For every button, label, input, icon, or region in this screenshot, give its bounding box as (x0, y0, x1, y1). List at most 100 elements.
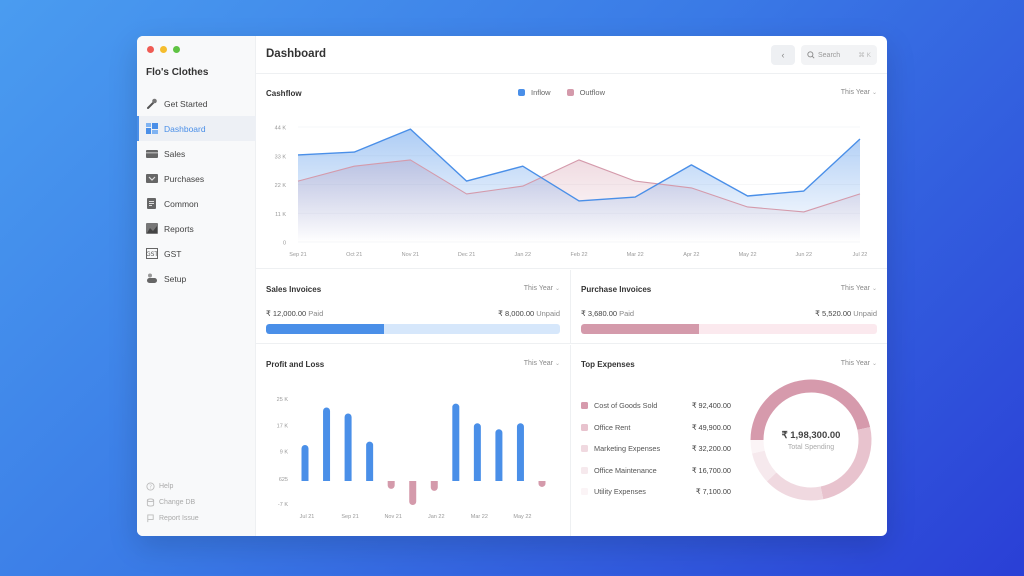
sidebar-footer: ? Help Change DB Report Issue (146, 478, 199, 526)
chevron-down-icon: ⌄ (554, 361, 560, 367)
expense-name: Cost of Goods Sold (594, 401, 658, 411)
expense-name: Marketing Expenses (594, 444, 661, 454)
sales-invoices-title: Sales Invoices (266, 285, 322, 294)
cashflow-card: 0 11 K 22 K 33 K 44 K Sep 21 Oct 21 Nov 21 Dec 2… (256, 74, 887, 269)
sales-period-dropdown[interactable]: This Year ⌄ (524, 285, 560, 292)
x-tick-label: Jul 21 (300, 514, 315, 520)
page-title: Dashboard (266, 48, 327, 60)
database-icon (146, 497, 155, 507)
help-label: Help (159, 482, 174, 490)
expense-row: Marketing Expenses ₹ 32,200.00 (581, 438, 731, 460)
sidebar-nav: Get Started Dashboard Sales Purchases Co… (137, 91, 256, 291)
profit-bar (323, 407, 331, 482)
sidebar-item-reports[interactable]: Reports (137, 216, 256, 241)
top-bar: Dashboard ‹ Search ⌘ K (256, 36, 887, 74)
x-tick-label: Dec 21 (458, 252, 475, 258)
sidebar-item-gst[interactable]: GST GST (137, 241, 256, 266)
purchase-period-dropdown[interactable]: This Year ⌄ (841, 285, 877, 292)
change-db-link[interactable]: Change DB (146, 494, 199, 510)
profit-bar (452, 403, 460, 482)
svg-text:GST: GST (146, 251, 158, 258)
expense-row: Office Rent ₹ 49,900.00 (581, 417, 731, 439)
x-tick-label: Sep 21 (289, 252, 306, 258)
y-tick-label: 0 (283, 241, 286, 247)
sidebar: Flo's Clothes Get Started Dashboard Sale… (137, 36, 256, 536)
purchase-invoices-title: Purchase Invoices (581, 285, 652, 294)
x-tick-label: Jan 22 (515, 252, 532, 258)
expense-value: ₹ 7,100.00 (695, 487, 731, 497)
expense-name: Office Rent (594, 422, 631, 432)
wrench-icon (146, 98, 158, 109)
maximize-window-button[interactable] (173, 46, 180, 53)
back-button[interactable]: ‹ (771, 45, 795, 65)
profit-bar (473, 423, 481, 482)
unpaid-amount: ₹ 8,000.00 (498, 309, 535, 318)
chevron-left-icon: ‹ (781, 50, 785, 60)
y-tick-label: 33 K (275, 154, 287, 160)
sales-paid: ₹ 12,000.00 Paid (266, 309, 323, 318)
donut-center: ₹ 1,98,300.00 Total Spending (746, 375, 876, 505)
chevron-down-icon: ⌄ (871, 90, 877, 96)
unpaid-amount: ₹ 5,520.00 (815, 309, 852, 318)
flag-icon (147, 513, 154, 522)
sales-unpaid: ₹ 8,000.00 Unpaid (498, 309, 560, 318)
y-tick-label: 22 K (275, 183, 287, 189)
x-tick-label: Jul 22 (853, 252, 868, 258)
x-tick-label: May 22 (513, 514, 531, 520)
top-expenses-card: Top Expenses This Year ⌄ Cost of Goods So… (571, 345, 887, 536)
x-tick-label: Apr 22 (683, 252, 699, 258)
expenses-period-dropdown[interactable]: This Year ⌄ (841, 360, 877, 367)
sidebar-item-common[interactable]: Common (137, 191, 256, 216)
paid-amount: ₹ 12,000.00 (266, 309, 307, 318)
company-name: Flo's Clothes (146, 67, 209, 78)
cashflow-period-dropdown[interactable]: This Year ⌄ (841, 89, 877, 96)
loss-bar (387, 481, 395, 489)
minimize-window-button[interactable] (160, 46, 167, 53)
window-controls (147, 46, 180, 53)
profit-loss-chart: 25 K 17 K 9 K 625 -7 K Jul 21 Sep 21 Nov 21 Jan … (277, 397, 546, 520)
x-tick-label: Feb 22 (570, 252, 587, 258)
x-tick-label: Oct 21 (346, 252, 362, 258)
x-tick-label: Nov 21 (384, 514, 401, 520)
svg-text:?: ? (149, 484, 152, 490)
report-issue-link[interactable]: Report Issue (146, 510, 199, 526)
x-tick-label: Sep 21 (341, 514, 358, 520)
y-tick-label: 11 K (275, 212, 286, 218)
help-link[interactable]: ? Help (146, 478, 199, 494)
chevron-down-icon: ⌄ (554, 286, 560, 292)
expense-swatch (581, 488, 588, 496)
expense-row: Office Maintenance ₹ 16,700.00 (581, 460, 731, 482)
gst-icon: GST (146, 248, 158, 259)
purchase-unpaid: ₹ 5,520.00 Unpaid (815, 309, 877, 318)
outflow-swatch (566, 89, 574, 96)
profit-bar (301, 444, 309, 482)
main-content: Dashboard ‹ Search ⌘ K 0 11 K 22 K 33 K … (256, 36, 887, 536)
sidebar-item-setup[interactable]: Setup (137, 266, 256, 291)
pl-period-dropdown[interactable]: This Year ⌄ (524, 360, 560, 367)
y-tick-label: 17 K (277, 423, 289, 429)
y-tick-label: 9 K (280, 450, 289, 456)
inflow-swatch (518, 89, 525, 96)
cashflow-legend: Inflow Outflow (518, 88, 605, 97)
toggle-icon (146, 273, 158, 284)
chevron-down-icon: ⌄ (871, 361, 877, 367)
profit-loss-title: Profit and Loss (266, 360, 325, 369)
sidebar-item-purchases[interactable]: Purchases (137, 166, 256, 191)
document-icon (146, 198, 158, 209)
paid-amount: ₹ 3,680.00 (581, 309, 618, 318)
legend-inflow: Inflow (518, 88, 551, 97)
chevron-down-icon: ⌄ (871, 286, 877, 292)
sidebar-item-dashboard[interactable]: Dashboard (137, 116, 256, 141)
sales-amounts: ₹ 12,000.00 Paid ₹ 8,000.00 Unpaid (266, 309, 560, 318)
legend-label: Outflow (579, 88, 606, 97)
search-button[interactable]: Search ⌘ K (801, 45, 877, 65)
loss-bar (430, 481, 438, 491)
sidebar-item-get-started[interactable]: Get Started (137, 91, 256, 116)
close-window-button[interactable] (147, 46, 154, 53)
sidebar-item-sales[interactable]: Sales (137, 141, 256, 166)
expense-value: ₹ 49,900.00 (691, 422, 731, 432)
expense-swatch (581, 402, 588, 410)
sidebar-item-label: GST (164, 248, 182, 259)
x-tick-label: Nov 21 (402, 252, 419, 258)
x-tick-label: Jan 22 (428, 514, 445, 520)
